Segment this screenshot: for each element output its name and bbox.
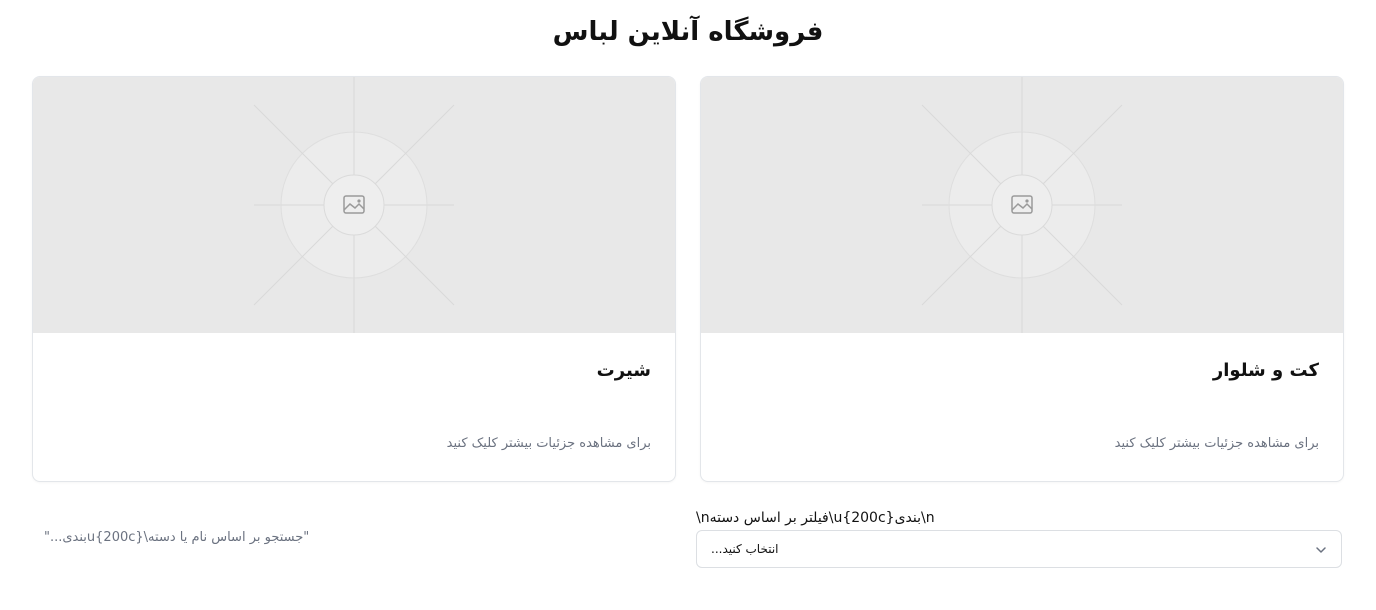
image-placeholder-icon (921, 77, 1123, 333)
product-card-shirt[interactable]: شیرت برای مشاهده جزئیات بیشتر کلیک کنید (32, 76, 676, 482)
select-value: انتخاب کنید... (711, 542, 779, 556)
product-card-suit[interactable]: کت و شلوار برای مشاهده جزئیات بیشتر کلیک… (700, 76, 1344, 482)
product-name: کت و شلوار (1212, 360, 1319, 381)
filter-label: \nفیلتر بر اساس دسته\u{200c}بندی\n (696, 510, 935, 526)
product-image-placeholder (701, 77, 1343, 333)
product-description: برای مشاهده جزئیات بیشتر کلیک کنید (1114, 436, 1319, 451)
category-filter-select[interactable]: انتخاب کنید... (696, 530, 1342, 568)
search-input[interactable]: "جستجو بر اساس نام یا دسته\u{200c}بندی..… (44, 528, 644, 548)
product-description: برای مشاهده جزئیات بیشتر کلیک کنید (446, 436, 651, 451)
product-name: شیرت (596, 360, 651, 381)
chevron-down-icon (1316, 547, 1326, 553)
product-image-placeholder (33, 77, 675, 333)
image-placeholder-icon (253, 77, 455, 333)
page-title: فروشگاه آنلاین لباس (552, 17, 824, 47)
store-page: فروشگاه آنلاین لباس شیرت برای مشاهده جزئ… (0, 0, 1376, 610)
